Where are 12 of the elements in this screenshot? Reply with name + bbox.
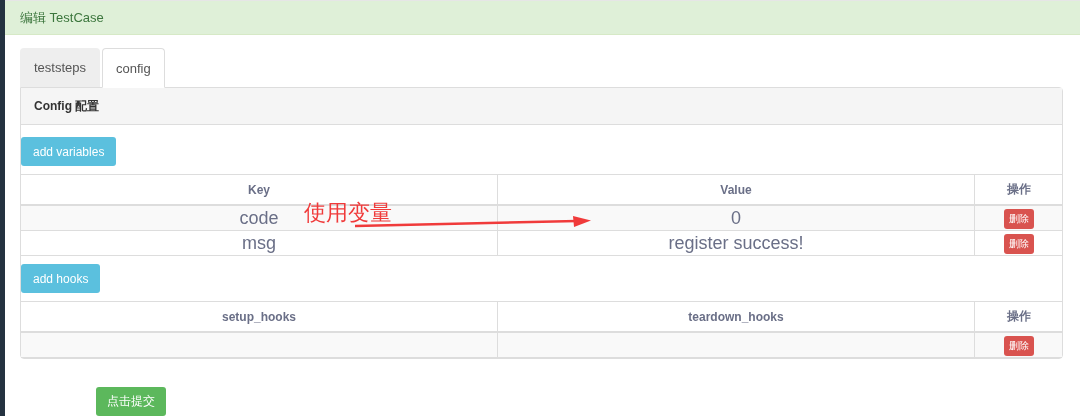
add-hooks-button[interactable]: add hooks [21, 264, 101, 293]
submit-button[interactable]: 点击提交 [96, 387, 166, 416]
table-cell: register success! [497, 230, 975, 256]
add-variables-button[interactable]: add variables [21, 137, 117, 166]
tab[interactable]: config [102, 48, 165, 88]
page-title: 编辑 TestCase [20, 8, 104, 27]
table-cell: msg [21, 230, 498, 256]
tab[interactable]: teststeps [20, 48, 101, 87]
delete-button[interactable]: 删除 [1003, 335, 1034, 356]
delete-button[interactable]: 删除 [1003, 233, 1034, 254]
panel-title: Config 配置 [34, 97, 100, 115]
delete-button[interactable]: 删除 [1003, 208, 1034, 229]
